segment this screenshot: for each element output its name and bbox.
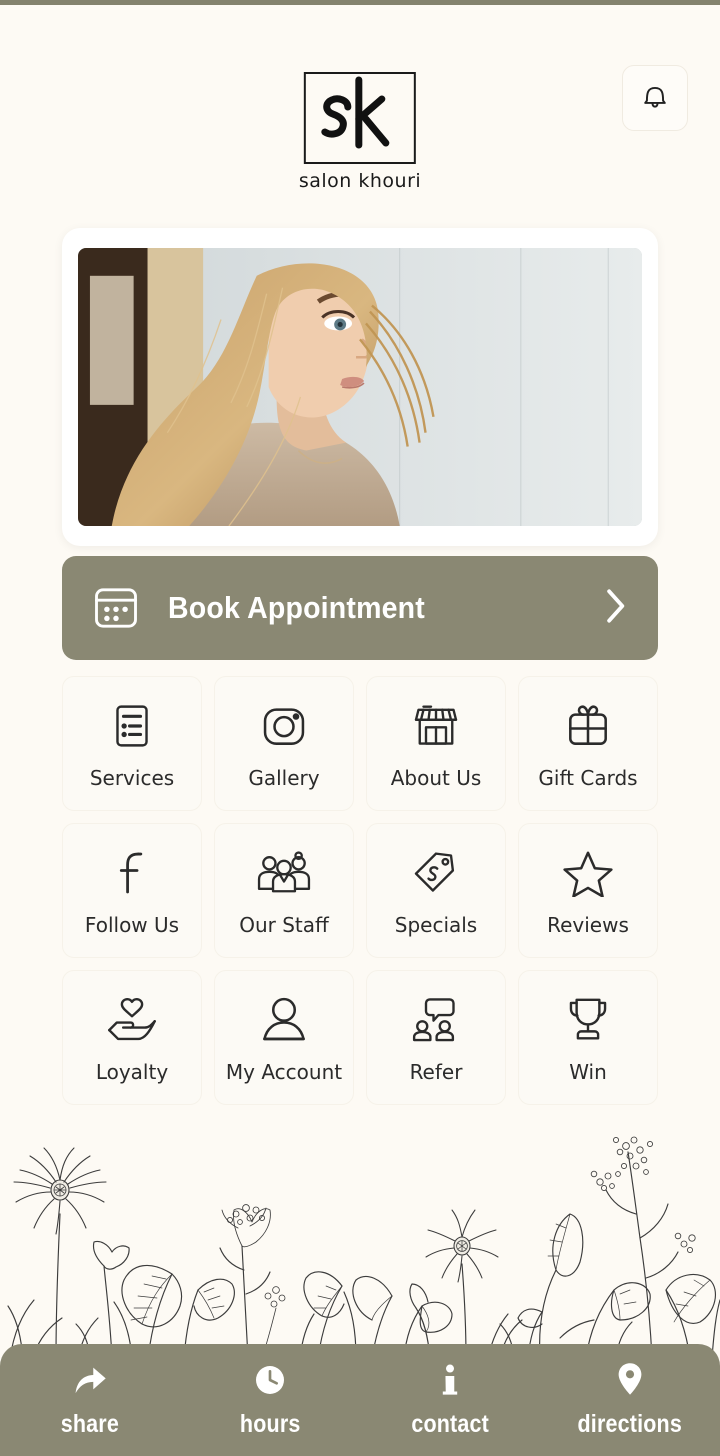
- notifications-button[interactable]: [622, 65, 688, 131]
- tile-label: My Account: [225, 1059, 343, 1084]
- tile-services[interactable]: Services: [62, 676, 202, 811]
- business-name: salon khouri: [298, 170, 422, 192]
- storefront-icon: [411, 698, 461, 754]
- user-icon: [261, 992, 307, 1048]
- app-header: salon khouri: [0, 0, 720, 222]
- book-appointment-button[interactable]: Book Appointment: [62, 556, 658, 660]
- nav-label: directions: [577, 1409, 683, 1438]
- tile-label: Specials: [394, 912, 478, 937]
- logo-box: [304, 72, 416, 164]
- share-arrow-icon: [73, 1362, 107, 1396]
- info-icon: [439, 1362, 461, 1396]
- tile-label: Services: [89, 765, 175, 790]
- nav-item-hours[interactable]: hours: [180, 1362, 360, 1439]
- people-group-icon: [256, 845, 312, 901]
- bottom-navigation: share hours contact directions: [0, 1344, 720, 1456]
- tile-label: Gift Cards: [538, 765, 638, 790]
- nav-label: hours: [239, 1409, 301, 1438]
- tile-reviews[interactable]: Reviews: [518, 823, 658, 958]
- tile-about-us[interactable]: About Us: [366, 676, 506, 811]
- location-pin-icon: [616, 1362, 644, 1396]
- tile-label: Reviews: [547, 912, 629, 937]
- tile-our-staff[interactable]: Our Staff: [214, 823, 354, 958]
- tile-my-account[interactable]: My Account: [214, 970, 354, 1105]
- hand-heart-icon: [105, 992, 159, 1048]
- refer-people-icon: [411, 992, 461, 1048]
- quick-links-grid: Services Gallery About Us Gift Cards Fol…: [62, 676, 658, 1105]
- tile-loyalty[interactable]: Loyalty: [62, 970, 202, 1105]
- tile-gift-cards[interactable]: Gift Cards: [518, 676, 658, 811]
- document-list-icon: [110, 698, 154, 754]
- nav-item-contact[interactable]: contact: [360, 1362, 540, 1439]
- tile-label: Gallery: [248, 765, 320, 790]
- tile-follow-us[interactable]: Follow Us: [62, 823, 202, 958]
- facebook-icon: [112, 845, 152, 901]
- chevron-right-icon: [600, 584, 630, 633]
- nav-item-share[interactable]: share: [0, 1362, 180, 1439]
- brand-logo: salon khouri: [299, 72, 421, 192]
- nav-label: share: [60, 1409, 120, 1438]
- camera-icon: [260, 698, 308, 754]
- book-appointment-label: Book Appointment: [168, 590, 425, 625]
- tile-label: Win: [569, 1059, 607, 1084]
- tile-gallery[interactable]: Gallery: [214, 676, 354, 811]
- tile-specials[interactable]: Specials: [366, 823, 506, 958]
- tile-label: About Us: [390, 765, 482, 790]
- nav-label: contact: [411, 1409, 489, 1438]
- price-tag-percent-icon: [411, 845, 461, 901]
- logo-monogram-icon: [306, 74, 414, 162]
- botanical-decoration: [0, 1118, 720, 1358]
- tile-label: Refer: [409, 1059, 463, 1084]
- hero-image: [78, 248, 642, 526]
- tile-label: Loyalty: [95, 1059, 169, 1084]
- calendar-icon: [90, 582, 142, 634]
- gift-box-icon: [564, 698, 612, 754]
- trophy-icon: [565, 992, 611, 1048]
- bell-icon: [641, 81, 669, 116]
- clock-icon: [254, 1362, 286, 1396]
- tile-label: Follow Us: [84, 912, 180, 937]
- app-screen: salon khouri Book Appointment Services G…: [0, 0, 720, 1456]
- tile-win[interactable]: Win: [518, 970, 658, 1105]
- star-icon: [562, 845, 614, 901]
- tile-label: Our Staff: [239, 912, 329, 937]
- nav-item-directions[interactable]: directions: [540, 1362, 720, 1439]
- tile-refer[interactable]: Refer: [366, 970, 506, 1105]
- hero-banner[interactable]: [62, 228, 658, 546]
